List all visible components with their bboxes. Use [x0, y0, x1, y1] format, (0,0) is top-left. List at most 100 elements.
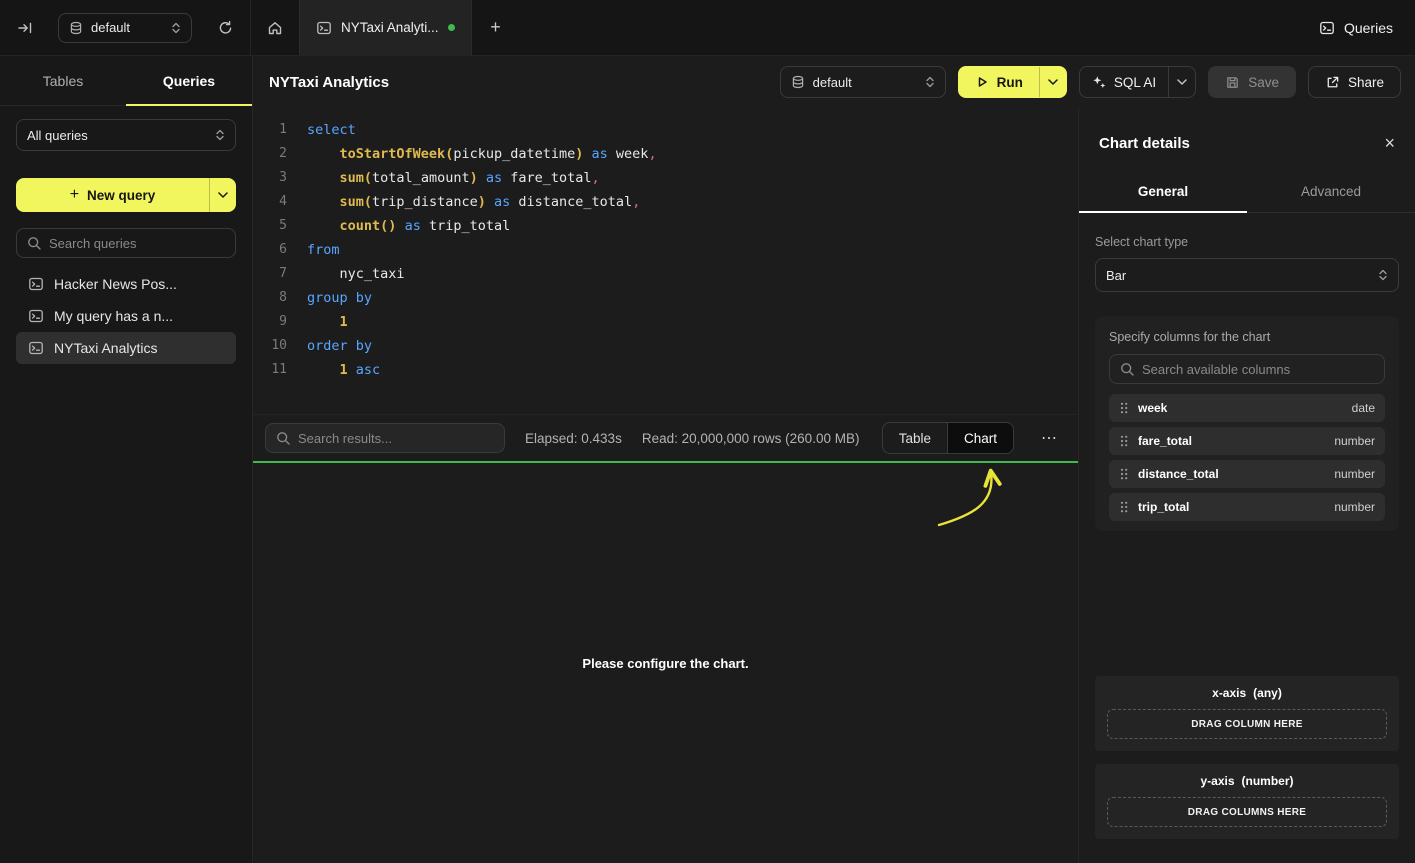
search-icon [27, 236, 41, 250]
panel-tabs: General Advanced [1079, 170, 1415, 213]
line-number: 5 [253, 214, 287, 238]
run-button-label: Run [997, 75, 1023, 90]
home-tab[interactable] [251, 0, 299, 55]
panel-tab-advanced[interactable]: Advanced [1247, 170, 1415, 212]
drag-handle-icon[interactable] [1119, 467, 1129, 481]
code-line: 6from [253, 238, 1078, 262]
sql-ai-label: SQL AI [1114, 75, 1156, 90]
chevron-down-icon [1177, 79, 1187, 85]
header-database-select[interactable]: default [780, 66, 946, 98]
save-button[interactable]: Save [1208, 66, 1296, 98]
new-query-button[interactable]: + New query [16, 178, 236, 212]
chart-type-select[interactable]: Bar [1095, 258, 1399, 292]
code-line: 10order by [253, 334, 1078, 358]
line-number: 7 [253, 262, 287, 286]
query-icon [28, 276, 44, 292]
database-icon [69, 21, 83, 35]
panel-title: Chart details [1099, 135, 1190, 152]
workspace: Tables Queries All queries + New query [0, 56, 1415, 863]
panel-tab-advanced-label: Advanced [1301, 184, 1361, 199]
new-query-label: New query [87, 188, 155, 203]
sidebar-tab-tables-label: Tables [43, 73, 83, 89]
x-axis-dropzone[interactable]: DRAG COLUMN HERE [1107, 709, 1387, 739]
query-icon [28, 340, 44, 356]
page-title: NYTaxi Analytics [269, 74, 389, 91]
drag-handle-icon[interactable] [1119, 500, 1129, 514]
chevron-updown-icon [1378, 268, 1388, 282]
queries-button[interactable]: Queries [1297, 0, 1415, 55]
results-toolbar: Elapsed: 0.433s Read: 20,000,000 rows (2… [253, 414, 1078, 461]
share-icon [1325, 75, 1340, 90]
sql-ai-main[interactable]: SQL AI [1080, 67, 1168, 97]
column-type: date [1352, 401, 1375, 415]
code-line: 2 toStartOfWeek(pickup_datetime) as week… [253, 142, 1078, 166]
y-axis-dropzone[interactable]: DRAG COLUMNS HERE [1107, 797, 1387, 827]
column-row[interactable]: trip_total number [1109, 493, 1385, 521]
line-number: 3 [253, 166, 287, 190]
query-list-item[interactable]: My query has a n... [16, 300, 236, 332]
code-line: 11 1 asc [253, 358, 1078, 382]
query-search-input[interactable] [49, 236, 225, 251]
query-search[interactable] [16, 228, 236, 258]
run-button[interactable]: Run [958, 66, 1067, 98]
panel-tab-general-label: General [1138, 184, 1188, 199]
new-tab-button[interactable]: + [472, 0, 520, 55]
query-pane: 1select2 toStartOfWeek(pickup_datetime) … [253, 108, 1078, 863]
chart-area: Please configure the chart. [253, 461, 1078, 863]
database-icon [791, 75, 805, 89]
content-header: NYTaxi Analytics default Run [253, 56, 1415, 108]
query-list-item[interactable]: NYTaxi Analytics [16, 332, 236, 364]
drag-handle-icon[interactable] [1119, 434, 1129, 448]
column-row[interactable]: fare_total number [1109, 427, 1385, 455]
more-options-button[interactable]: ⋯ [1034, 422, 1064, 454]
view-toggle-table[interactable]: Table [883, 423, 947, 453]
columns-search-input[interactable] [1142, 362, 1374, 377]
line-number: 6 [253, 238, 287, 262]
run-dropdown-button[interactable] [1040, 67, 1066, 97]
column-type: number [1334, 467, 1375, 481]
new-query-dropdown-button[interactable] [210, 178, 236, 212]
queries-icon [1319, 20, 1335, 36]
topbar-database-select[interactable]: default [58, 13, 192, 43]
column-row[interactable]: week date [1109, 394, 1385, 422]
sql-ai-button[interactable]: SQL AI [1079, 66, 1196, 98]
panel-tab-general[interactable]: General [1079, 170, 1247, 212]
chart-type-value: Bar [1106, 268, 1370, 283]
search-icon [276, 431, 290, 445]
share-button[interactable]: Share [1308, 66, 1401, 98]
sidebar-tab-tables[interactable]: Tables [0, 56, 126, 105]
code-line: 1select [253, 118, 1078, 142]
new-query-main[interactable]: + New query [16, 178, 209, 212]
results-search-input[interactable] [298, 431, 494, 446]
read-stats: Read: 20,000,000 rows (260.00 MB) [642, 431, 860, 446]
line-number: 8 [253, 286, 287, 310]
chevron-updown-icon [925, 75, 935, 89]
tab-strip: NYTaxi Analyti... + [250, 0, 520, 55]
sql-editor[interactable]: 1select2 toStartOfWeek(pickup_datetime) … [253, 108, 1078, 414]
columns-search[interactable] [1109, 354, 1385, 384]
sql-editor-code: 1select2 toStartOfWeek(pickup_datetime) … [253, 118, 1078, 382]
share-button-label: Share [1348, 75, 1384, 90]
refresh-button[interactable] [212, 15, 238, 41]
collapse-sidebar-button[interactable] [12, 15, 38, 41]
annotation-arrow [921, 465, 1011, 535]
view-toggle-chart[interactable]: Chart [947, 423, 1013, 453]
query-list-item[interactable]: Hacker News Pos... [16, 268, 236, 300]
sidebar-tab-queries[interactable]: Queries [126, 56, 252, 105]
drag-handle-icon[interactable] [1119, 401, 1129, 415]
column-row[interactable]: distance_total number [1109, 460, 1385, 488]
run-button-main[interactable]: Run [959, 67, 1039, 97]
elapsed-time: Elapsed: 0.433s [525, 431, 622, 446]
query-filter-select[interactable]: All queries [16, 119, 236, 151]
close-icon[interactable]: × [1384, 134, 1395, 152]
tab-nytaxi-analytics[interactable]: NYTaxi Analyti... [299, 0, 472, 55]
code-line: 3 sum(total_amount) as fare_total, [253, 166, 1078, 190]
sidebar-tab-queries-label: Queries [163, 73, 215, 89]
results-search[interactable] [265, 423, 505, 453]
line-number: 9 [253, 310, 287, 334]
column-type: number [1334, 500, 1375, 514]
save-button-label: Save [1248, 75, 1279, 90]
column-list: week date fare_total [1109, 394, 1385, 521]
sql-ai-dropdown-button[interactable] [1169, 67, 1195, 97]
tab-label: NYTaxi Analyti... [341, 20, 439, 35]
